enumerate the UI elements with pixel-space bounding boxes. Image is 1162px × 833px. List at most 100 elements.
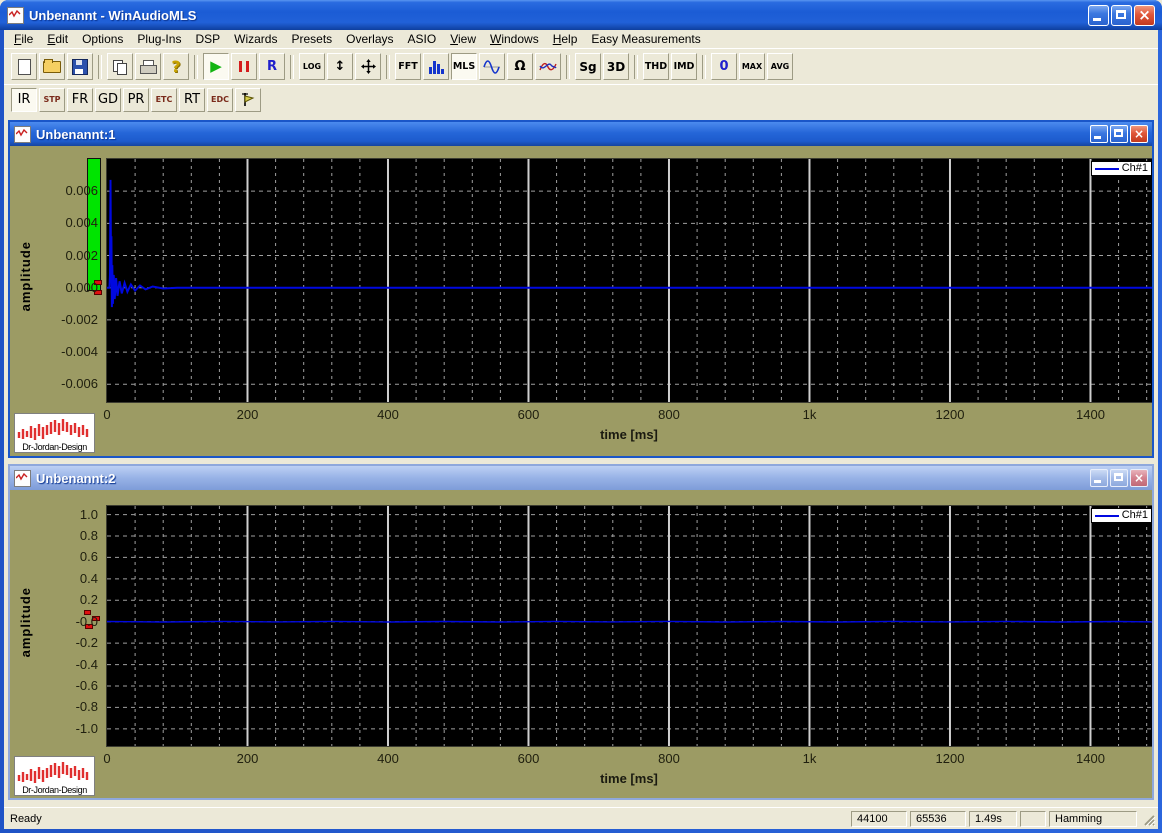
status-duration: 1.49s bbox=[969, 810, 1017, 827]
help-button[interactable]: ? bbox=[163, 53, 189, 80]
resize-grip[interactable] bbox=[1141, 812, 1156, 827]
child-1-maximize-button[interactable] bbox=[1110, 125, 1128, 143]
average-button[interactable]: AVG bbox=[767, 53, 793, 80]
child-2-close-button[interactable]: × bbox=[1130, 469, 1148, 487]
toolbar-separator bbox=[386, 54, 390, 79]
menu-item-easy-measurements[interactable]: Easy Measurements bbox=[584, 31, 707, 47]
impedance-button[interactable]: Ω bbox=[507, 53, 533, 80]
child-window-1[interactable]: Unbenannt:1 × Ch#1 amplitude time [ms] D… bbox=[8, 120, 1154, 458]
mdi-client-area: Unbenannt:1 × Ch#1 amplitude time [ms] D… bbox=[4, 114, 1158, 807]
child-1-close-button[interactable]: × bbox=[1130, 125, 1148, 143]
menu-item-file[interactable]: File bbox=[7, 31, 40, 47]
spectrum-button[interactable] bbox=[423, 53, 449, 80]
close-icon: × bbox=[1138, 5, 1151, 24]
y-tick-label: -0.8 bbox=[75, 699, 98, 715]
close-icon: × bbox=[1133, 471, 1145, 485]
plot-area-2[interactable]: Ch#1 bbox=[106, 505, 1152, 747]
menu-item-dsp[interactable]: DSP bbox=[188, 31, 227, 47]
save-button[interactable] bbox=[67, 53, 93, 80]
new-document-icon bbox=[17, 58, 31, 75]
menu-item-presets[interactable]: Presets bbox=[284, 31, 339, 47]
energy-decay-curve-button[interactable]: EDC bbox=[207, 87, 233, 112]
plot-area-1[interactable]: Ch#1 bbox=[106, 158, 1152, 403]
max-hold-button[interactable]: MAX bbox=[739, 53, 765, 80]
window-title: Unbenannt - WinAudioMLS bbox=[29, 7, 197, 23]
close-button[interactable]: × bbox=[1134, 4, 1155, 26]
three-d-button[interactable]: 3D bbox=[603, 53, 629, 80]
menu-item-wizards[interactable]: Wizards bbox=[227, 31, 284, 47]
toolbar-separator bbox=[290, 54, 294, 79]
x-tick-label: 800 bbox=[658, 407, 680, 422]
etc-button[interactable]: ETC bbox=[151, 87, 177, 112]
menu-item-windows[interactable]: Windows bbox=[483, 31, 546, 47]
title-bar[interactable]: Unbenannt - WinAudioMLS × bbox=[0, 0, 1162, 30]
copy-button[interactable] bbox=[107, 53, 133, 80]
autoscale-vertical-button[interactable]: ↕ bbox=[327, 53, 353, 80]
child-window-2[interactable]: Unbenannt:2 × Ch#1 amplitude time [ms] D… bbox=[8, 464, 1154, 800]
x-tick-label: 400 bbox=[377, 751, 399, 766]
record-button[interactable]: R bbox=[259, 53, 285, 80]
maximize-button[interactable] bbox=[1111, 4, 1132, 26]
menu-item-options[interactable]: Options bbox=[75, 31, 130, 47]
signal-generator-button[interactable] bbox=[479, 53, 505, 80]
mls-button[interactable]: MLS bbox=[451, 53, 477, 80]
phase-response-button[interactable]: PR bbox=[123, 87, 149, 112]
x-tick-label: 200 bbox=[236, 407, 259, 422]
signal-generator-sg-button[interactable]: Sg bbox=[575, 53, 601, 80]
menu-item-overlays[interactable]: Overlays bbox=[339, 31, 400, 47]
menu-bar: File Edit Options Plug-Ins DSP Wizards Presets… bbox=[4, 30, 1158, 48]
pause-button[interactable] bbox=[231, 53, 257, 80]
maximize-icon bbox=[1114, 129, 1123, 137]
frequency-response-mode-button[interactable]: FR bbox=[67, 87, 93, 112]
child-2-title: Unbenannt:2 bbox=[36, 470, 116, 486]
minimize-button[interactable] bbox=[1088, 4, 1109, 26]
status-spare-field bbox=[1020, 810, 1046, 827]
copy-icon bbox=[113, 59, 127, 75]
play-button[interactable]: ▶ bbox=[203, 53, 229, 80]
menu-item-help[interactable]: Help bbox=[546, 31, 585, 47]
frequency-response-button[interactable] bbox=[535, 53, 561, 80]
child-1-minimize-button[interactable] bbox=[1090, 125, 1108, 143]
toolbar-main: ? ▶ R LOG ↕ FFT MLS Ω Sg 3D THD IMD 0 MA… bbox=[4, 48, 1158, 84]
menu-item-edit[interactable]: Edit bbox=[40, 31, 75, 47]
y-tick-label: 0.002 bbox=[65, 247, 98, 263]
group-delay-button[interactable]: GD bbox=[95, 87, 121, 112]
y-tick-label: 0.2 bbox=[79, 592, 98, 608]
child-2-maximize-button[interactable] bbox=[1110, 469, 1128, 487]
y-tick-label: -0.004 bbox=[61, 344, 98, 360]
x-tick-label: 400 bbox=[377, 407, 399, 422]
record-label: R bbox=[266, 59, 277, 74]
print-button[interactable] bbox=[135, 53, 161, 80]
thd-button[interactable]: THD bbox=[643, 53, 669, 80]
autoscale-all-button[interactable] bbox=[355, 53, 381, 80]
log-scale-button[interactable]: LOG bbox=[299, 53, 325, 80]
x-tick-label: 1k bbox=[802, 751, 817, 766]
reverberation-time-button[interactable]: RT bbox=[179, 87, 205, 112]
new-button[interactable] bbox=[11, 53, 37, 80]
zero-button[interactable]: 0 bbox=[711, 53, 737, 80]
child-2-title-bar[interactable]: Unbenannt:2 × bbox=[10, 466, 1152, 490]
open-button[interactable] bbox=[39, 53, 65, 80]
fft-button[interactable]: FFT bbox=[395, 53, 421, 80]
impulse-response-button[interactable]: IR bbox=[11, 87, 37, 112]
toolbar-separator bbox=[702, 54, 706, 79]
legend-line-swatch bbox=[1094, 514, 1119, 517]
toolbar-separator bbox=[98, 54, 102, 79]
x-tick-label: 1400 bbox=[1076, 407, 1105, 422]
child-1-plot-panel: Ch#1 amplitude time [ms] Dr-Jordan-Desig… bbox=[10, 146, 1152, 456]
child-1-title-bar[interactable]: Unbenannt:1 × bbox=[10, 122, 1152, 146]
child-2-minimize-button[interactable] bbox=[1090, 469, 1108, 487]
step-response-button[interactable]: STP bbox=[39, 87, 65, 112]
imd-button[interactable]: IMD bbox=[671, 53, 697, 80]
trace-ch1 bbox=[107, 179, 1152, 308]
menu-item-plug-ins[interactable]: Plug-Ins bbox=[130, 31, 188, 47]
menu-item-asio[interactable]: ASIO bbox=[401, 31, 444, 47]
marker-window-button[interactable] bbox=[235, 87, 261, 112]
y-tick-label: -0.002 bbox=[61, 311, 98, 327]
menu-item-view[interactable]: View bbox=[443, 31, 483, 47]
x-axis-label: time [ms] bbox=[600, 771, 658, 786]
y-tick-label: 0.4 bbox=[79, 570, 98, 586]
app-icon bbox=[7, 6, 24, 24]
legend-2: Ch#1 bbox=[1090, 508, 1152, 523]
x-axis-label: time [ms] bbox=[600, 427, 658, 442]
